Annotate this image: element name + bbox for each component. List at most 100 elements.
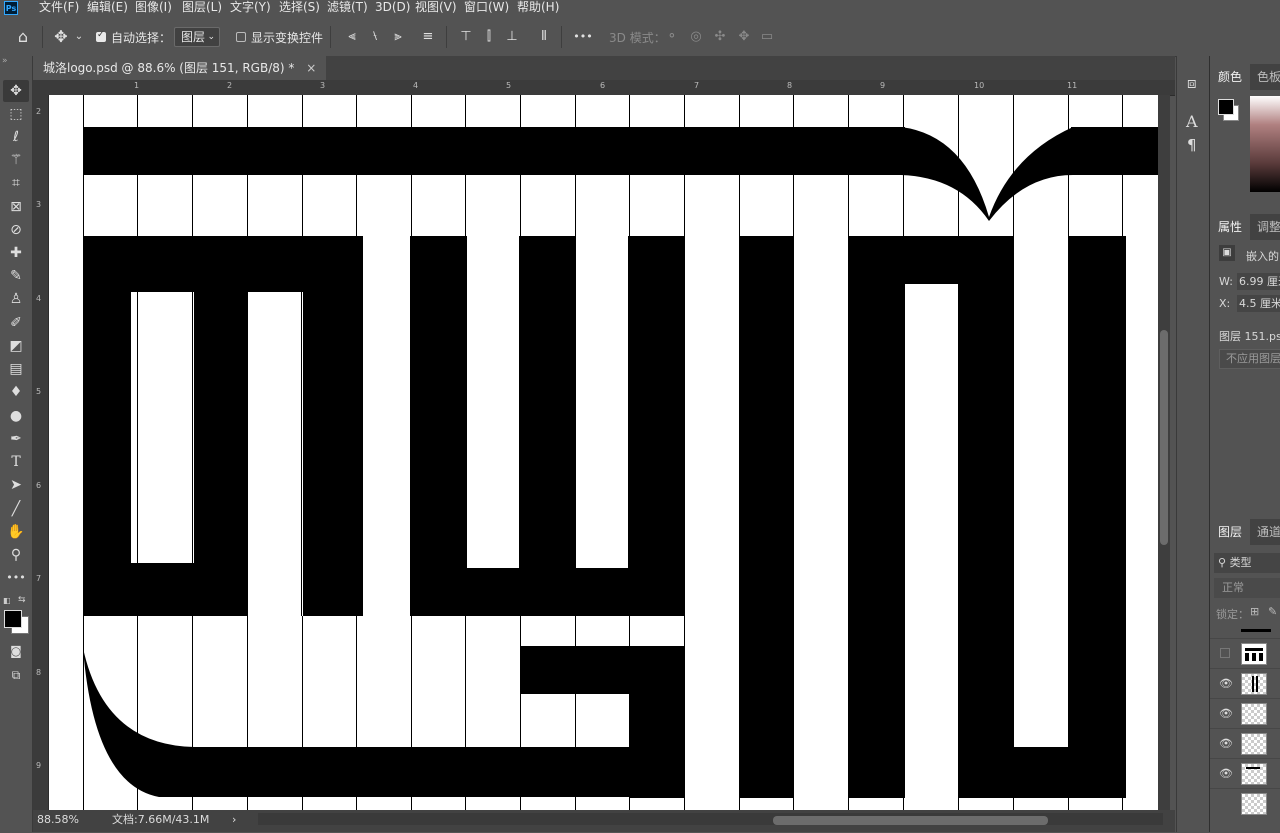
tab-adjustments[interactable]: 调整	[1257, 214, 1280, 240]
hand-tool-icon[interactable]: ✋	[3, 521, 29, 543]
logo-glyph-1-window	[131, 292, 194, 563]
collapse-icon[interactable]: »	[2, 56, 8, 66]
blend-mode-select[interactable]: 正常	[1214, 578, 1280, 598]
scroll-thumb[interactable]	[773, 816, 1048, 825]
blur-tool-icon[interactable]: ♦	[3, 381, 29, 403]
menu-edit[interactable]: 编辑(E)	[87, 0, 128, 18]
zoom-level[interactable]: 88.58%	[37, 812, 79, 828]
align-left-icon[interactable]: ⫷	[343, 18, 361, 56]
tab-color[interactable]: 颜色	[1210, 64, 1251, 90]
lock-pixels-icon[interactable]: ✎	[1268, 605, 1277, 618]
brush-tool-icon[interactable]: ✎	[3, 265, 29, 287]
quick-mask-icon[interactable]: ◙	[3, 640, 29, 662]
menu-type[interactable]: 文字(Y)	[230, 0, 271, 18]
scroll-thumb[interactable]	[1160, 330, 1168, 545]
menu-filter[interactable]: 滤镜(T)	[327, 0, 368, 18]
move-tool-icon[interactable]: ✥	[50, 18, 72, 56]
gradient-tool-icon[interactable]: ▤	[3, 358, 29, 380]
tab-channels[interactable]: 通道	[1257, 519, 1280, 545]
stamp-tool-icon[interactable]: ♙	[3, 288, 29, 310]
layer-row[interactable]: 👁	[1210, 668, 1280, 699]
eye-icon[interactable]: 👁	[1218, 737, 1234, 750]
type-tool-icon[interactable]: T	[3, 451, 29, 473]
drag-3d-icon: ✣	[714, 29, 726, 44]
status-menu-arrow[interactable]: ›	[232, 812, 236, 828]
swap-colors-icon[interactable]: ⇆	[18, 595, 26, 605]
x-field[interactable]: 4.5 厘米	[1237, 295, 1280, 312]
visibility-off-box[interactable]	[1220, 648, 1230, 658]
healing-brush-icon[interactable]: ✚	[3, 242, 29, 264]
auto-select-target-select[interactable]: 图层 ⌄	[174, 27, 220, 47]
layer-filter-select[interactable]: ⚲ 类型	[1214, 553, 1280, 573]
default-colors-icon[interactable]: ◧	[3, 596, 11, 605]
line-tool-icon[interactable]: ╱	[3, 498, 29, 520]
menu-window[interactable]: 窗口(W)	[464, 0, 509, 18]
ruler-label: 11	[1067, 81, 1078, 90]
menu-image[interactable]: 图像(I)	[135, 0, 172, 18]
move-tool-icon[interactable]: ✥	[3, 80, 29, 102]
pen-tool-icon[interactable]: ✒	[3, 428, 29, 450]
layer-row[interactable]: 👁	[1210, 758, 1280, 789]
menu-bar: Ps 文件(F) 编辑(E) 图像(I) 图层(L) 文字(Y) 选择(S) 滤…	[0, 0, 1280, 18]
smart-object-icon: ▣	[1219, 245, 1235, 261]
horizontal-scrollbar[interactable]	[258, 813, 1163, 825]
align-top-icon[interactable]: ⊤	[457, 18, 475, 56]
eye-icon[interactable]: 👁	[1218, 677, 1234, 690]
path-select-icon[interactable]: ➤	[3, 474, 29, 496]
align-right-icon[interactable]: ⫸	[389, 18, 407, 56]
crop-tool-icon[interactable]: ⌗	[3, 172, 29, 194]
width-field[interactable]: 6.99 厘米	[1237, 273, 1280, 290]
tab-swatches[interactable]: 色板	[1257, 64, 1280, 90]
ruler-label: 5	[506, 81, 512, 90]
frame-tool-icon[interactable]: ⊠	[3, 196, 29, 218]
close-tab-icon[interactable]: ×	[306, 61, 316, 75]
menu-help[interactable]: 帮助(H)	[517, 0, 559, 18]
show-transform-checkbox[interactable]	[236, 32, 246, 42]
auto-select-checkbox[interactable]	[96, 30, 106, 42]
align-center-h-icon[interactable]: ⧷	[366, 18, 384, 56]
screen-mode-icon[interactable]: ⧉	[3, 664, 29, 686]
eye-icon[interactable]: 👁	[1218, 707, 1234, 720]
marquee-tool-icon[interactable]: ⬚	[3, 103, 29, 125]
menu-file[interactable]: 文件(F)	[39, 0, 79, 18]
document-canvas[interactable]	[49, 95, 1158, 810]
layer-row[interactable]: 👁	[1210, 728, 1280, 759]
menu-view[interactable]: 视图(V)	[415, 0, 457, 18]
vertical-scrollbar[interactable]	[1158, 95, 1170, 810]
menu-3d[interactable]: 3D(D)	[375, 0, 410, 18]
history-brush-icon[interactable]: ✐	[3, 312, 29, 334]
chevron-down-icon[interactable]: ⌄	[73, 18, 85, 56]
foreground-color-swatch[interactable]	[4, 610, 22, 628]
paragraph-panel-icon[interactable]: ¶	[1187, 136, 1197, 154]
menu-layer[interactable]: 图层(L)	[182, 0, 222, 18]
more-tools-icon[interactable]: •••	[3, 567, 29, 589]
layer-row[interactable]: 👁	[1210, 698, 1280, 729]
more-options-button[interactable]: •••	[571, 18, 595, 56]
eyedropper-icon[interactable]: ⊘	[3, 219, 29, 241]
align-middle-v-icon[interactable]: ⫿	[480, 18, 498, 56]
no-apply-layer-comp-select[interactable]: 不应用图层	[1219, 349, 1280, 369]
layer-row[interactable]	[1210, 788, 1280, 833]
home-icon[interactable]: ⌂	[12, 18, 34, 56]
document-tab[interactable]: 城洛logo.psd @ 88.6% (图层 151, RGB/8) * ×	[33, 56, 327, 80]
foreground-color-swatch[interactable]	[1218, 99, 1234, 115]
menu-select[interactable]: 选择(S)	[279, 0, 320, 18]
eraser-tool-icon[interactable]: ◩	[3, 335, 29, 357]
color-picker-field[interactable]	[1250, 96, 1280, 192]
eye-icon[interactable]: 👁	[1218, 767, 1234, 780]
lasso-tool-icon[interactable]: ℓ	[3, 126, 29, 148]
history-panel-icon[interactable]: ⧈	[1187, 74, 1197, 92]
character-panel-icon[interactable]: A	[1186, 112, 1198, 131]
grid-line	[192, 292, 193, 563]
tab-layers[interactable]: 图层	[1210, 519, 1251, 545]
distribute-h-icon[interactable]: ≡	[419, 18, 437, 56]
dodge-tool-icon[interactable]: ●	[3, 405, 29, 427]
zoom-tool-icon[interactable]: ⚲	[3, 544, 29, 566]
distribute-v-icon[interactable]: ⦀	[535, 18, 553, 56]
lock-transparent-icon[interactable]: ⊞	[1250, 605, 1259, 618]
layer-row[interactable]	[1210, 638, 1280, 669]
tab-properties[interactable]: 属性	[1210, 214, 1251, 240]
magic-wand-icon[interactable]: ⚚	[3, 149, 29, 171]
divider	[446, 26, 447, 48]
align-bottom-icon[interactable]: ⊥	[503, 18, 521, 56]
